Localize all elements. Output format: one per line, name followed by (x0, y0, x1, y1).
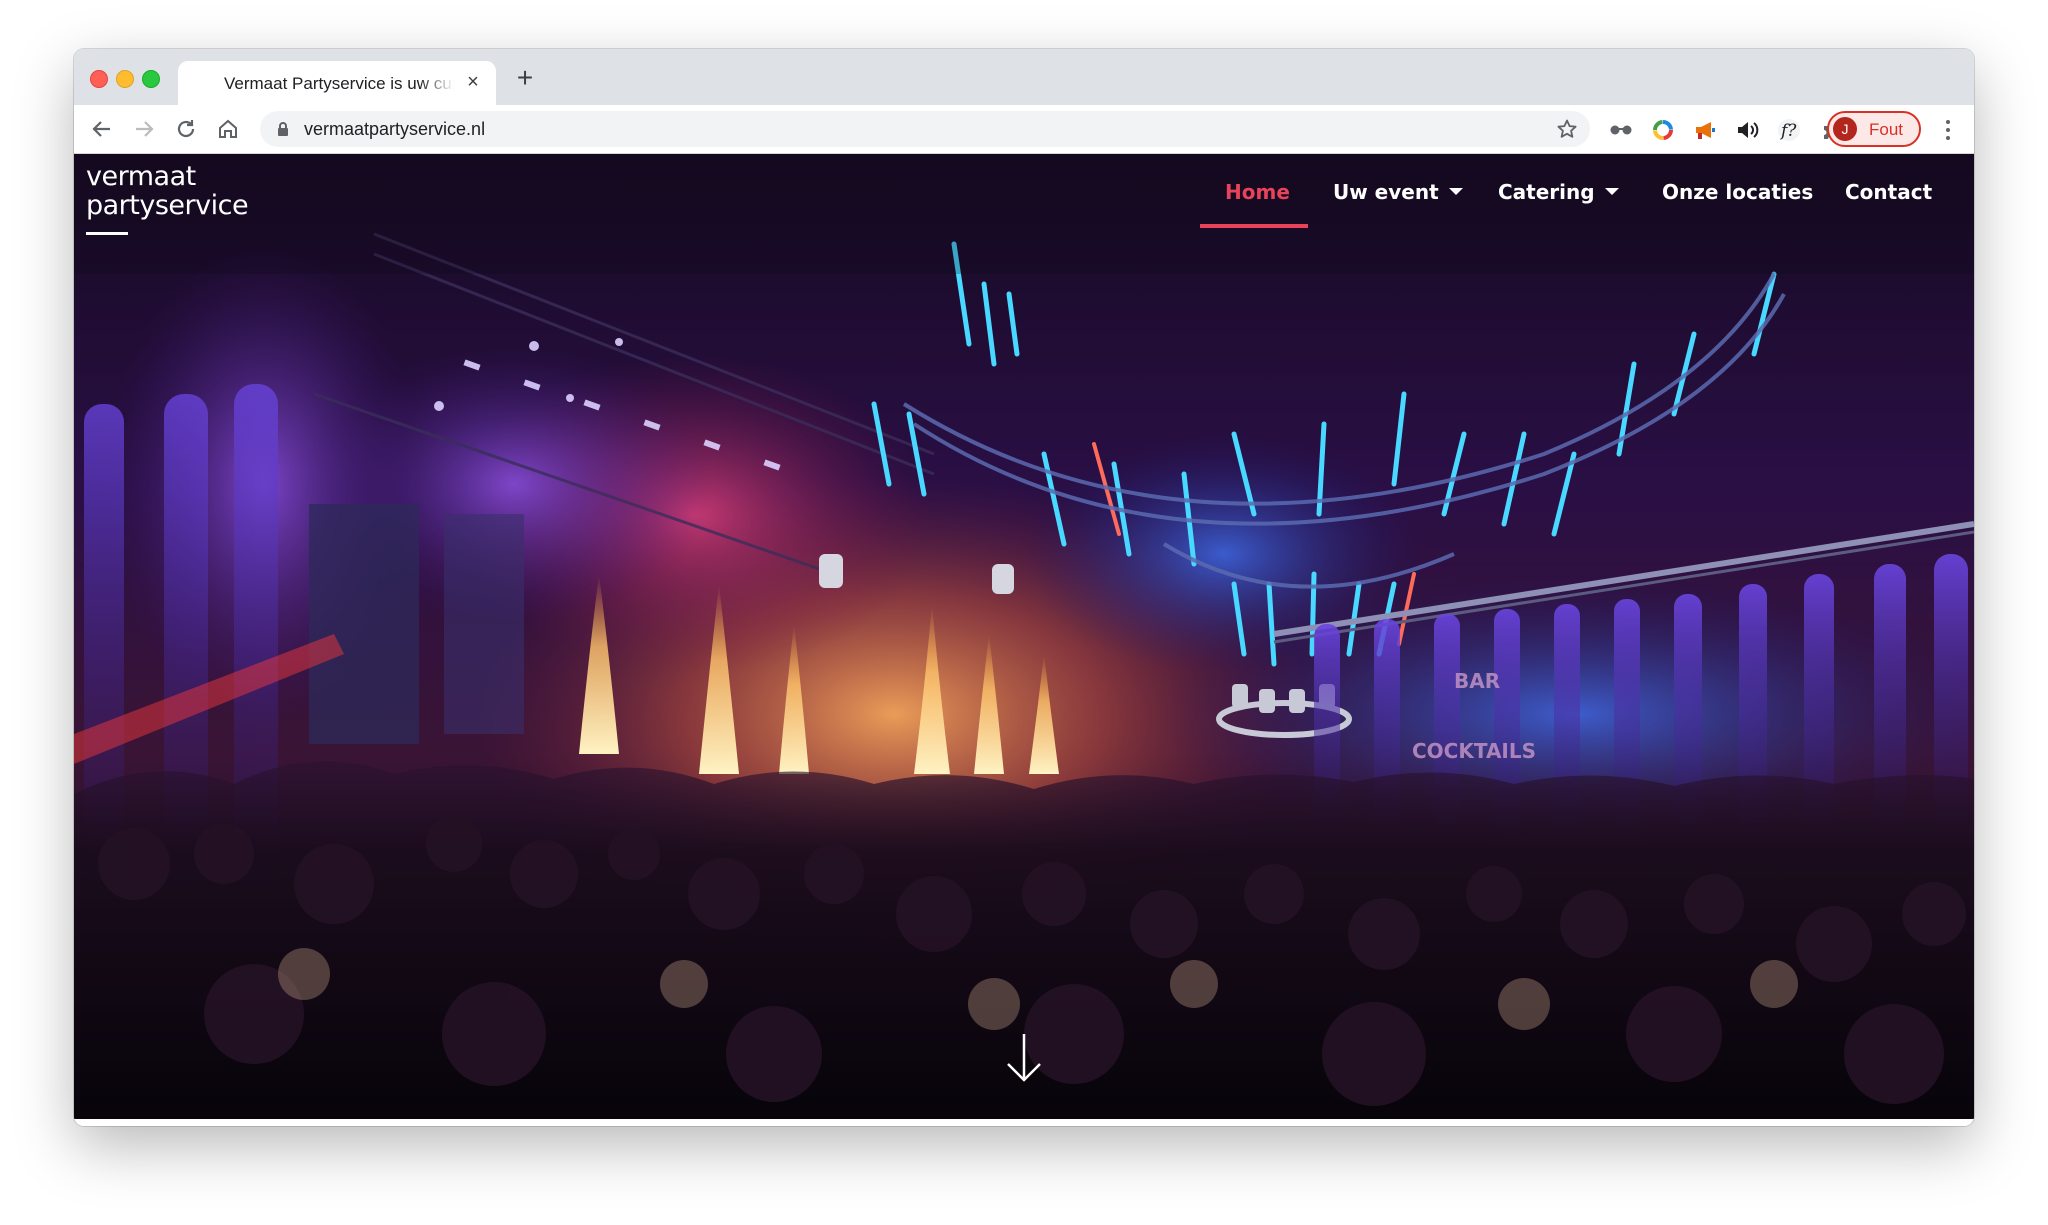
svg-text:BAR: BAR (1454, 669, 1500, 693)
address-bar[interactable]: vermaatpartyservice.nl (260, 111, 1590, 147)
web-page: BAR COCKTAILS vermaat partyservice Home … (74, 154, 1974, 1126)
speaker-extension-icon[interactable] (1734, 117, 1760, 143)
kebab-menu-icon[interactable] (1936, 117, 1960, 143)
star-icon[interactable] (1556, 118, 1578, 145)
tab-strip: Vermaat Partyservice is uw culinaire par… (74, 49, 1974, 105)
forward-icon[interactable] (130, 115, 158, 143)
reload-icon[interactable] (172, 115, 200, 143)
close-tab-icon[interactable]: × (462, 71, 484, 93)
url-text[interactable]: vermaatpartyservice.nl (304, 119, 485, 140)
profile-status-label: Fout (1869, 120, 1904, 139)
nav-item-contact[interactable]: Contact (1845, 180, 1932, 204)
profile-button[interactable]: J Fout (1827, 111, 1921, 147)
svg-text:COCKTAILS: COCKTAILS (1412, 739, 1536, 763)
home-icon[interactable] (214, 115, 242, 143)
arrow-down-icon[interactable] (1004, 1030, 1044, 1086)
browser-toolbar: vermaatpartyservice.nl f? J Fout (74, 105, 1974, 154)
nav-item-catering-label: Catering (1498, 180, 1595, 204)
font-extension-icon[interactable]: f? (1776, 117, 1802, 143)
main-nav: Home Uw event Catering Onze locaties Con… (74, 154, 1974, 234)
nav-item-uw-event-label: Uw event (1333, 180, 1439, 204)
active-tab[interactable]: Vermaat Partyservice is uw culinaire par… (178, 61, 496, 105)
nav-active-indicator (1200, 224, 1308, 228)
svg-text:f?: f? (1779, 121, 1797, 141)
browser-window: Vermaat Partyservice is uw culinaire par… (74, 49, 1974, 1126)
nav-item-catering[interactable]: Catering (1498, 180, 1619, 204)
close-window-button[interactable] (90, 70, 108, 88)
color-wheel-extension-icon[interactable] (1650, 117, 1676, 143)
page-bottom-edge (74, 1119, 1974, 1126)
glasses-extension-icon[interactable] (1608, 117, 1634, 143)
tab-title: Vermaat Partyservice is uw culinaire par… (224, 74, 454, 93)
hero-image: BAR COCKTAILS (74, 154, 1974, 1119)
avatar: J (1833, 117, 1857, 141)
minimize-window-button[interactable] (116, 70, 134, 88)
lock-icon[interactable] (276, 121, 290, 142)
megaphone-extension-icon[interactable] (1692, 117, 1718, 143)
nav-item-uw-event[interactable]: Uw event (1333, 180, 1463, 204)
nav-item-home[interactable]: Home (1225, 180, 1290, 204)
chevron-down-icon (1448, 188, 1463, 195)
nav-item-onze-locaties[interactable]: Onze locaties (1662, 180, 1813, 204)
zoom-window-button[interactable] (142, 70, 160, 88)
chevron-down-icon (1604, 188, 1619, 195)
new-tab-button[interactable]: + (510, 63, 540, 93)
back-icon[interactable] (88, 115, 116, 143)
